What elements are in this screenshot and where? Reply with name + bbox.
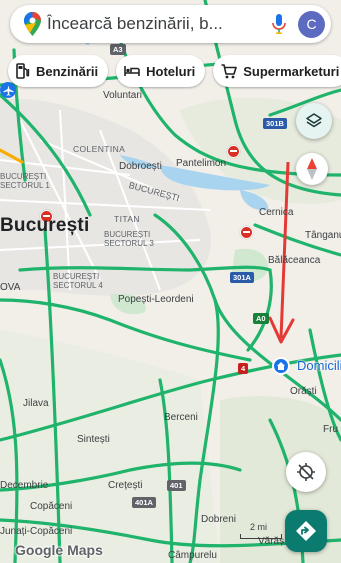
place-label: Bălăceanca <box>268 255 321 266</box>
chip-label: Supermarketuri <box>243 63 340 79</box>
avatar[interactable]: C <box>298 10 325 38</box>
place-label: Copăceni <box>30 501 73 512</box>
avatar-letter: C <box>306 16 317 32</box>
directions-icon <box>295 520 317 542</box>
search-input[interactable]: Încearcă benzinării, b... <box>47 14 272 34</box>
place-label: Junați-Copăceni <box>0 526 73 537</box>
place-label: Popești-Leordeni <box>118 294 194 305</box>
road-closure-icon[interactable] <box>240 226 253 239</box>
place-label: Voluntari <box>103 90 142 101</box>
chip-label: Hoteluri <box>146 63 196 79</box>
layers-icon <box>305 112 323 130</box>
search-bar[interactable]: Încearcă benzinării, b... C <box>10 5 331 43</box>
place-label: COLENTINA <box>73 144 126 154</box>
place-label: Berceni <box>164 412 198 423</box>
scale-label: 2 mi <box>250 522 268 532</box>
road-shield-4: 4 <box>238 363 249 374</box>
chip-gas-stations[interactable]: Benzinării <box>8 55 109 87</box>
road-shield-a0: A0 <box>253 313 269 324</box>
place-label: Fru <box>323 424 338 435</box>
road-shield-401: 401 <box>167 480 186 491</box>
place-label: Câmpurelu <box>168 550 217 561</box>
road-shield-a3: A3 <box>110 44 126 55</box>
place-label: Orăști <box>290 386 317 397</box>
place-label: TITAN <box>114 214 140 224</box>
home-pin-icon[interactable] <box>272 357 290 375</box>
place-label: OVA <box>0 282 21 293</box>
google-maps-logo: Google Maps <box>15 542 103 558</box>
place-label: Dobroești <box>119 161 162 172</box>
gas-station-icon <box>16 63 30 79</box>
sector-label: BUCUREȘTI SECTORUL 4 <box>53 272 103 290</box>
sector-label: BUCUREȘTI SECTORUL 3 <box>104 230 154 248</box>
compass-button[interactable] <box>296 153 328 185</box>
layers-button[interactable] <box>296 103 332 139</box>
category-chips: Benzinării Hoteluri Supermarketuri <box>8 55 341 87</box>
bed-icon <box>124 65 140 77</box>
chip-supermarkets[interactable]: Supermarketuri <box>213 55 341 87</box>
road-closure-icon[interactable] <box>227 145 240 158</box>
directions-button[interactable] <box>285 510 327 552</box>
microphone-icon[interactable] <box>272 14 286 34</box>
place-label: Tânganu <box>305 230 341 241</box>
chip-label: Benzinării <box>36 63 99 79</box>
road-shield-301b: 301B <box>263 118 287 129</box>
location-off-icon <box>296 462 316 482</box>
destination-label[interactable]: Domicili <box>297 358 341 373</box>
chip-hotels[interactable]: Hoteluri <box>116 55 206 87</box>
place-label: Decembrie <box>0 480 49 491</box>
road-shield-301a: 301A <box>230 272 254 283</box>
place-label: Crețești <box>108 480 143 491</box>
road-shield-401a: 401A <box>132 497 156 508</box>
maps-pin-icon <box>24 12 41 36</box>
sector-label: BUCUREȘTI SECTORUL 1 <box>0 172 50 190</box>
compass-icon <box>306 158 318 180</box>
place-label: Cernica <box>259 207 294 218</box>
place-label: Pantelimon <box>176 158 227 169</box>
my-location-button[interactable] <box>286 452 326 492</box>
shopping-cart-icon <box>221 63 238 79</box>
place-label: Jilava <box>23 398 49 409</box>
place-label: Sintești <box>77 434 110 445</box>
city-label: București <box>0 215 90 236</box>
scale-bar <box>240 534 282 539</box>
place-label: Dobreni <box>201 514 237 525</box>
